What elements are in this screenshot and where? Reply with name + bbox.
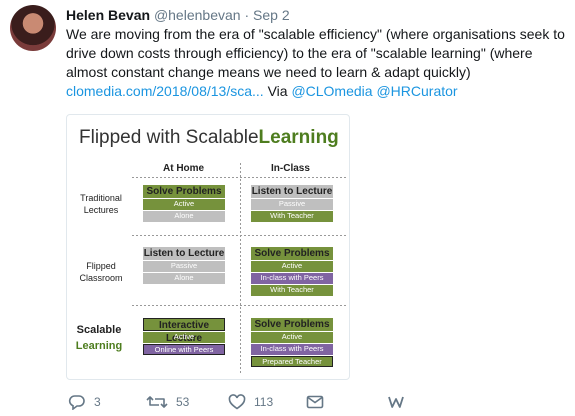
tweet-date[interactable]: Sep 2 — [253, 7, 290, 23]
mention-hrcurator[interactable]: @HRCurator — [376, 83, 457, 99]
cell-scalable-class: Solve Problems Active In-class with Peer… — [251, 318, 333, 367]
tweet-content: Helen Bevan @helenbevan · Sep 2 We are m… — [66, 6, 566, 101]
slide-title-part: Flipped with Scalable — [79, 127, 259, 148]
direct-message-button[interactable] — [306, 394, 324, 410]
row-header-flipped: Flipped Classroom — [79, 261, 123, 283]
w-icon — [388, 396, 404, 408]
column-header-class: In-Class — [271, 163, 310, 174]
separator-dot: · — [244, 7, 250, 23]
like-count: 113 — [254, 395, 274, 409]
mention-clomedia[interactable]: @CLOmedia — [291, 83, 372, 99]
retweet-icon — [146, 396, 168, 408]
slide-title: Flipped with ScalableLearning — [79, 127, 339, 149]
author-handle[interactable]: @helenbevan — [154, 7, 241, 23]
tweet-header: Helen Bevan @helenbevan · Sep 2 — [66, 6, 566, 24]
retweet-count: 53 — [176, 395, 190, 409]
cell-scalable-home: Interactive Lecture Active Online with P… — [143, 318, 225, 355]
reply-button[interactable]: 3 — [68, 394, 101, 410]
tweet-actions: 3 53 113 — [66, 394, 466, 414]
article-link[interactable]: clomedia.com/2018/08/13/sca... — [66, 83, 264, 99]
row-header-traditional: Traditional Lectures — [80, 193, 122, 215]
like-icon — [228, 394, 246, 410]
column-header-home: At Home — [163, 163, 205, 174]
retweet-button[interactable]: 53 — [146, 394, 189, 410]
cell-traditional-home: Solve Problems Active Alone — [143, 185, 225, 222]
slide-title-highlight: Learning — [258, 127, 339, 148]
message-icon — [306, 395, 324, 409]
row-header-scalable: Scalable Learning — [75, 324, 123, 352]
cell-traditional-class: Listen to Lecture Passive With Teacher — [251, 185, 333, 222]
wordpress-share-button[interactable] — [388, 394, 404, 410]
media-image-card[interactable]: Flipped with ScalableLearning At Home In… — [66, 114, 350, 380]
cell-flipped-home: Listen to Lecture Passive Alone — [143, 247, 225, 284]
reply-count: 3 — [94, 395, 101, 409]
like-button[interactable]: 113 — [228, 394, 273, 410]
via-label: Via — [267, 83, 288, 99]
reply-icon — [68, 395, 85, 410]
tweet-text-line: drive down costs through efficiency) to … — [66, 45, 533, 61]
avatar[interactable] — [10, 5, 56, 51]
tweet-text: We are moving from the era of "scalable … — [66, 25, 566, 101]
cell-flipped-class: Solve Problems Active In-class with Peer… — [251, 247, 333, 296]
tweet-text-line: We are moving from the era of "scalable … — [66, 26, 565, 42]
tweet-links-line: clomedia.com/2018/08/13/sca... Via @CLOm… — [66, 82, 566, 101]
tweet-text-line: almost constant change means we need to … — [66, 64, 471, 80]
author-name[interactable]: Helen Bevan — [66, 7, 150, 23]
grid-line — [240, 163, 241, 373]
